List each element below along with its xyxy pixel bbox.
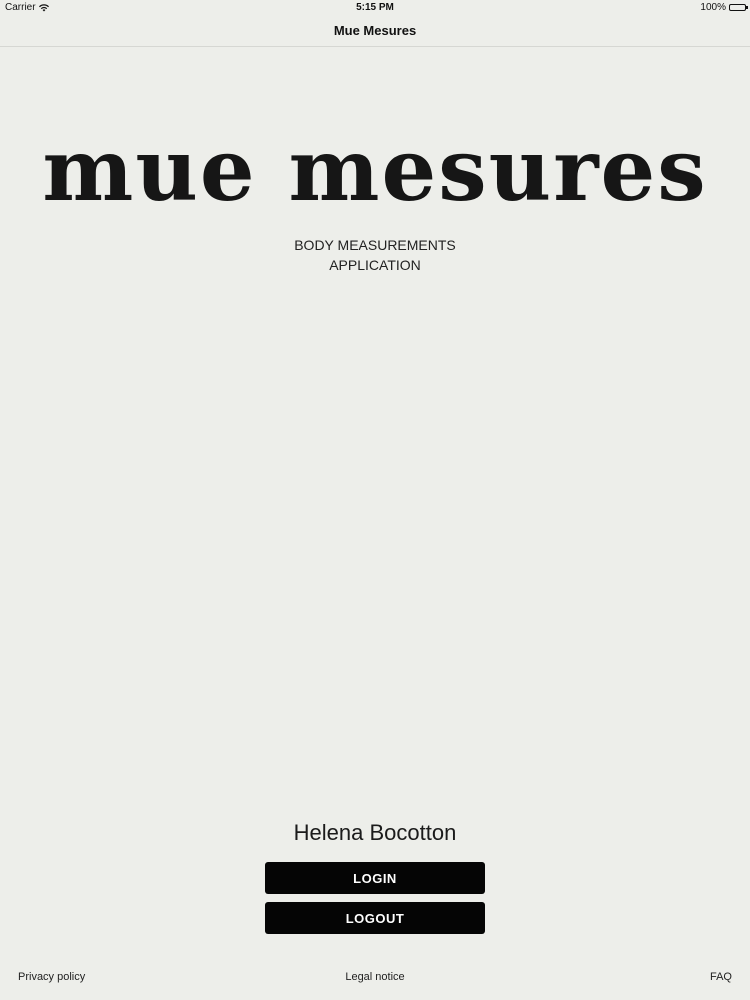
legal-notice-container: Legal notice [0, 971, 750, 983]
tagline-line-1: BODY MEASUREMENTS [294, 237, 456, 253]
battery-icon [729, 4, 748, 11]
nav-title: Mue Mesures [333, 23, 417, 38]
login-button[interactable]: LOGIN [265, 862, 485, 894]
legal-notice-link[interactable]: Legal notice [345, 971, 404, 983]
battery-percent: 100% [700, 2, 726, 13]
nav-bar: Mue Mesures [0, 14, 750, 47]
status-right: 100% [700, 2, 748, 13]
user-name: Helena Bocotton [293, 820, 457, 845]
logout-button[interactable]: LOGOUT [265, 902, 485, 934]
app-logo: mue mesures [42, 120, 708, 221]
privacy-policy-link[interactable]: Privacy policy [18, 971, 85, 983]
status-bar: Carrier 5:15 PM 100% [0, 0, 750, 14]
status-time: 5:15 PM [356, 2, 394, 13]
app-tagline: BODY MEASUREMENTS APPLICATION [0, 235, 750, 275]
tagline-line-2: APPLICATION [329, 257, 421, 273]
faq-link[interactable]: FAQ [710, 971, 732, 983]
